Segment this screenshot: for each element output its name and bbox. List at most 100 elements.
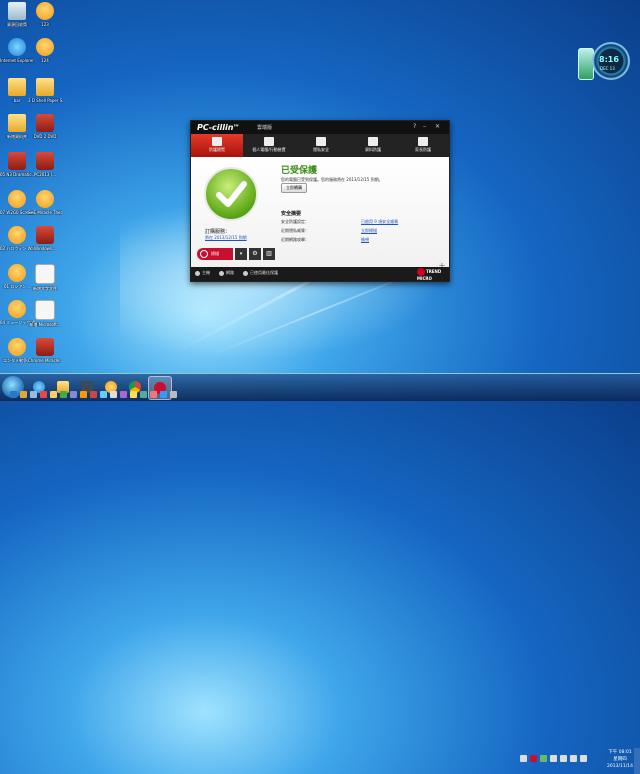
trend-micro-logo: TREND MICRO [417, 268, 442, 281]
scan-options-dropdown[interactable]: ▾ [235, 248, 247, 260]
quicklaunch-icon[interactable] [140, 391, 147, 398]
desktop-icon-123[interactable]: 123 [28, 2, 62, 42]
summary-row-label: 安全防護設定： [281, 219, 309, 224]
tray-app-icon[interactable] [540, 755, 547, 762]
dvd-app-icon [36, 114, 54, 132]
network-icon [219, 270, 224, 276]
summary-row-link[interactable]: 立即掃描 [361, 228, 377, 234]
app-icon [36, 338, 54, 356]
status-title: 已受保護 [281, 166, 318, 176]
quicklaunch-icon[interactable] [130, 391, 137, 398]
shield-icon [243, 270, 248, 276]
data-folder-icon [368, 137, 378, 146]
scan-control: 掃描 ▾ ⚙ ▥ [197, 248, 277, 260]
quicklaunch-icon[interactable] [90, 391, 97, 398]
office-document-icon [35, 300, 55, 320]
edition-label: 雲端版 [257, 125, 273, 131]
quicklaunch-icon[interactable] [10, 391, 17, 398]
quicklaunch-icon[interactable] [60, 391, 67, 398]
tab-devices[interactable]: 個人電腦/行動裝置 [243, 134, 295, 157]
desktop-icon-dvd[interactable]: DVD 2 DVD [28, 114, 62, 154]
trend-micro-icon [417, 268, 425, 276]
folder-icon [8, 78, 26, 96]
app-icon [8, 152, 26, 170]
quicklaunch-icon[interactable] [110, 391, 117, 398]
desktop-icon-chrome-miracle[interactable]: Chrome Miracle... [28, 338, 62, 378]
desktop-icon-3d-shell[interactable]: 3 D Shell Paper Sun... [28, 78, 62, 118]
quicklaunch-icon[interactable] [40, 391, 47, 398]
quicklaunch-icon[interactable] [100, 391, 107, 398]
close-button[interactable]: ✕ [435, 123, 440, 130]
settings-gear-icon[interactable]: ⚙ [249, 248, 261, 260]
tab-label: 個人電腦/行動裝置 [252, 147, 286, 152]
desktop-icon-new-text[interactable]: 新增文字文件 [28, 264, 62, 304]
tab-overview[interactable]: 防護總覽 [191, 134, 243, 157]
desktop-icon-pc2013[interactable]: PC2013 (... [28, 152, 62, 192]
footer-item-best-protection[interactable]: 已使用最佳保護 [243, 270, 278, 276]
footer-item-host[interactable]: 主機 [195, 270, 210, 276]
tray-security-icon[interactable] [530, 755, 537, 762]
tab-label: 家長防護 [415, 147, 431, 152]
summary-row-link[interactable]: 檢視 [361, 237, 369, 243]
tray-flag-icon[interactable] [560, 755, 567, 762]
host-icon [195, 270, 200, 276]
tray-volume-icon[interactable] [580, 755, 587, 762]
tray-battery-icon[interactable] [570, 755, 577, 762]
show-desktop-button[interactable] [634, 748, 640, 774]
renew-button[interactable]: 立即續購 [281, 183, 307, 193]
tab-family[interactable]: 家長防護 [397, 134, 449, 157]
desktop-icon-windows[interactable]: Windows... [28, 226, 62, 266]
tab-data[interactable]: 資料防護 [347, 134, 399, 157]
tray-network-icon[interactable] [520, 755, 527, 762]
character-face-icon [8, 190, 26, 208]
tray-app-icon[interactable] [550, 755, 557, 762]
character-face-icon [8, 300, 26, 318]
app-logo: PC-cillinTM [197, 123, 239, 132]
help-button[interactable]: ? [413, 123, 416, 130]
scan-label: 掃描 [211, 251, 219, 256]
clock-gadget[interactable]: 8:16 DEC 13 [578, 42, 630, 88]
subscription-link[interactable]: 將在 2013/12/15 到期 [205, 235, 247, 241]
quicklaunch-icon[interactable] [20, 391, 27, 398]
character-face-icon [36, 2, 54, 20]
footer-bar: 主機 網路 已使用最佳保護 TREND MICRO [191, 267, 449, 281]
protected-check-icon [204, 167, 258, 221]
home-icon [212, 137, 222, 146]
desktop-icon-124[interactable]: 124 [28, 38, 62, 78]
quicklaunch-icon[interactable] [120, 391, 127, 398]
desktop-icon-she[interactable]: SHE Miracle Theater [28, 190, 62, 230]
footer-item-network[interactable]: 網路 [219, 270, 234, 276]
gadget-time: 8:16 [599, 55, 619, 64]
character-face-icon [8, 338, 26, 356]
quicklaunch-icon[interactable] [80, 391, 87, 398]
desktop-icon-label: 新增 Microsoft... [29, 322, 61, 327]
quicklaunch-icon[interactable] [30, 391, 37, 398]
desktop-icon-label: 123 [41, 22, 49, 27]
summary-row-link[interactable]: 已啟用 9 項安全威脅 [361, 219, 398, 225]
system-tray [520, 755, 590, 765]
character-face-icon [8, 264, 26, 282]
tab-privacy[interactable]: 隱私安全 [295, 134, 347, 157]
character-face-icon [8, 226, 26, 244]
desktop-icon-new-ms[interactable]: 新增 Microsoft... [28, 300, 62, 340]
recycle-bin-icon [8, 2, 26, 20]
lock-icon [316, 137, 326, 146]
tab-label: 資料防護 [365, 147, 381, 152]
reports-chart-icon[interactable]: ▥ [263, 248, 275, 260]
subscription-label: 訂購服務： [205, 229, 231, 235]
quicklaunch-icon[interactable] [70, 391, 77, 398]
quicklaunch-icon[interactable] [150, 391, 157, 398]
pc-cillin-window: PC-cillinTM 雲端版 ? – ✕ 防護總覽 個人電腦/行動裝置 隱私安… [190, 120, 450, 282]
quicklaunch-icon[interactable] [170, 391, 177, 398]
tab-label: 隱私安全 [313, 147, 329, 152]
search-icon [200, 250, 208, 258]
desktop-icon-label: Windows... [34, 246, 56, 251]
quicklaunch-icon[interactable] [50, 391, 57, 398]
desktop-icon-label: 新增文字文件 [33, 286, 57, 291]
monitor-icon [264, 137, 274, 146]
desktop-icon-label: DVD 2 DVD [33, 134, 57, 139]
title-bar[interactable]: PC-cillinTM 雲端版 ? – ✕ [191, 121, 449, 134]
quicklaunch-icon[interactable] [160, 391, 167, 398]
scan-button[interactable]: 掃描 [197, 248, 233, 260]
minimize-button[interactable]: – [423, 123, 426, 130]
